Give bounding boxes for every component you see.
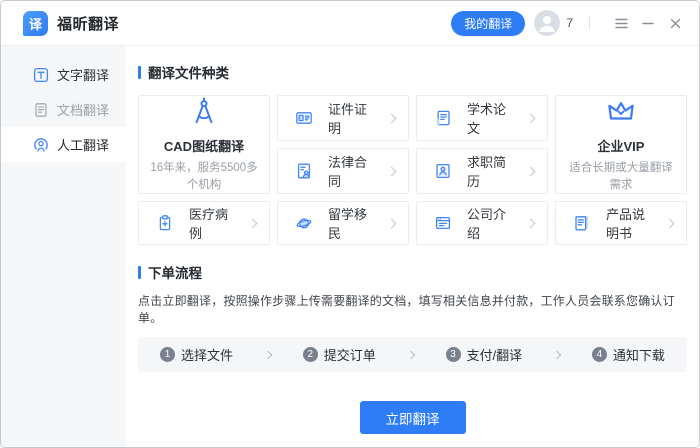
step-label: 支付/翻译 — [467, 345, 523, 364]
section-title-text: 翻译文件种类 — [148, 62, 229, 82]
card-label: 求职简历 — [467, 152, 512, 190]
sidebar: 文字翻译 文档翻译 人 — [1, 46, 126, 447]
browser-window-icon — [434, 214, 452, 232]
minimize-icon[interactable] — [640, 15, 656, 31]
academic-paper-icon — [434, 109, 452, 127]
card-label: 学术论文 — [467, 99, 512, 137]
sidebar-item-label: 人工翻译 — [57, 135, 109, 154]
card-medical-records[interactable]: 医疗病例 — [138, 201, 270, 245]
step-number-badge: 1 — [160, 347, 175, 362]
app-title: 福昕翻译 — [57, 13, 119, 34]
order-description: 点击立即翻译，按照操作步骤上传需要翻译的文档，填写相关信息并付款，工作人员会联系… — [138, 292, 687, 326]
close-icon[interactable] — [667, 15, 683, 31]
chevron-right-icon — [526, 166, 536, 176]
chevron-right-icon — [248, 218, 258, 228]
chevron-right-icon — [387, 113, 397, 123]
card-subtitle: 16年来，服务5500多个机构 — [147, 160, 261, 193]
file-type-card-grid: CAD图纸翻译 16年来，服务5500多个机构 证件证明 — [138, 95, 687, 245]
card-label: 留学移民 — [328, 204, 373, 242]
titlebar-divider — [589, 16, 590, 30]
card-label: 产品说明书 — [606, 204, 651, 242]
step-label: 提交订单 — [324, 345, 376, 364]
sidebar-item-document-translation[interactable]: 文档翻译 — [1, 92, 126, 127]
card-academic-papers[interactable]: 学术论文 — [416, 95, 548, 141]
medical-record-icon — [156, 214, 174, 232]
order-steps-bar: 1 选择文件 2 提交订单 3 支付/翻译 4 通知下载 — [138, 337, 687, 372]
legal-contract-icon — [295, 162, 313, 180]
resume-icon — [434, 162, 452, 180]
card-cad-translation[interactable]: CAD图纸翻译 16年来，服务5500多个机构 — [138, 95, 270, 194]
card-label: 公司介绍 — [467, 204, 512, 242]
chevron-right-icon — [387, 218, 397, 228]
drafting-compass-icon — [187, 95, 221, 129]
card-product-manual[interactable]: 产品说明书 — [555, 201, 687, 245]
app-window: 译 福昕翻译 我的翻译 7 — [0, 0, 700, 448]
step-number-badge: 2 — [303, 347, 318, 362]
titlebar-right: 我的翻译 7 — [451, 10, 683, 36]
step-label: 选择文件 — [181, 345, 233, 364]
section-title-bar — [138, 66, 141, 79]
card-title: CAD图纸翻译 — [164, 136, 244, 155]
chevron-right-icon — [387, 166, 397, 176]
card-study-abroad[interactable]: 留学移民 — [277, 201, 409, 245]
step-download-notice: 4 通知下载 — [592, 345, 665, 364]
human-translation-icon — [33, 137, 49, 153]
step-pay-translate: 3 支付/翻译 — [446, 345, 523, 364]
document-translation-icon — [33, 102, 49, 118]
step-number-badge: 3 — [446, 347, 461, 362]
card-title: 企业VIP — [598, 136, 645, 155]
booklet-icon — [573, 214, 591, 232]
step-number-badge: 4 — [592, 347, 607, 362]
sidebar-item-text-translation[interactable]: 文字翻译 — [1, 57, 126, 92]
brand: 译 福昕翻译 — [23, 11, 119, 36]
card-company-intro[interactable]: 公司介绍 — [416, 201, 548, 245]
text-translation-icon — [33, 67, 49, 83]
sidebar-item-human-translation[interactable]: 人工翻译 — [1, 127, 126, 162]
sidebar-item-label: 文档翻译 — [57, 100, 109, 119]
step-select-file: 1 选择文件 — [160, 345, 233, 364]
card-subtitle: 适合长期或大量翻译需求 — [564, 160, 678, 193]
card-enterprise-vip[interactable]: 企业VIP 适合长期或大量翻译需求 — [555, 95, 687, 194]
chevron-right-icon — [526, 218, 536, 228]
notification-count: 7 — [566, 16, 573, 30]
file-types-section-title: 翻译文件种类 — [138, 62, 687, 82]
chevron-right-icon — [526, 113, 536, 123]
step-label: 通知下载 — [613, 345, 665, 364]
id-card-icon — [295, 109, 313, 127]
chevron-right-icon — [665, 218, 675, 228]
card-label: 医疗病例 — [189, 204, 234, 242]
my-translations-button[interactable]: 我的翻译 — [451, 11, 525, 36]
crown-icon — [604, 95, 638, 129]
sidebar-item-label: 文字翻译 — [57, 65, 109, 84]
section-title-text: 下单流程 — [148, 262, 202, 282]
card-resume[interactable]: 求职简历 — [416, 148, 548, 194]
step-submit-order: 2 提交订单 — [303, 345, 376, 364]
order-section-title: 下单流程 — [138, 262, 687, 282]
card-label: 法律合同 — [328, 152, 373, 190]
card-certificates[interactable]: 证件证明 — [277, 95, 409, 141]
chevron-right-icon — [264, 350, 272, 358]
chevron-right-icon — [553, 350, 561, 358]
titlebar: 译 福昕翻译 我的翻译 7 — [1, 1, 699, 46]
chevron-right-icon — [406, 350, 414, 358]
card-legal-contracts[interactable]: 法律合同 — [277, 148, 409, 194]
translate-now-button[interactable]: 立即翻译 — [360, 401, 466, 434]
section-title-bar — [138, 266, 141, 279]
card-label: 证件证明 — [328, 99, 373, 137]
main-content: 翻译文件种类 CAD图纸翻译 16年来，服务5500多个机构 — [126, 46, 699, 447]
user-avatar[interactable] — [534, 10, 560, 36]
menu-icon[interactable] — [613, 15, 629, 31]
globe-orbit-icon — [295, 214, 313, 232]
app-logo-icon: 译 — [23, 11, 48, 36]
